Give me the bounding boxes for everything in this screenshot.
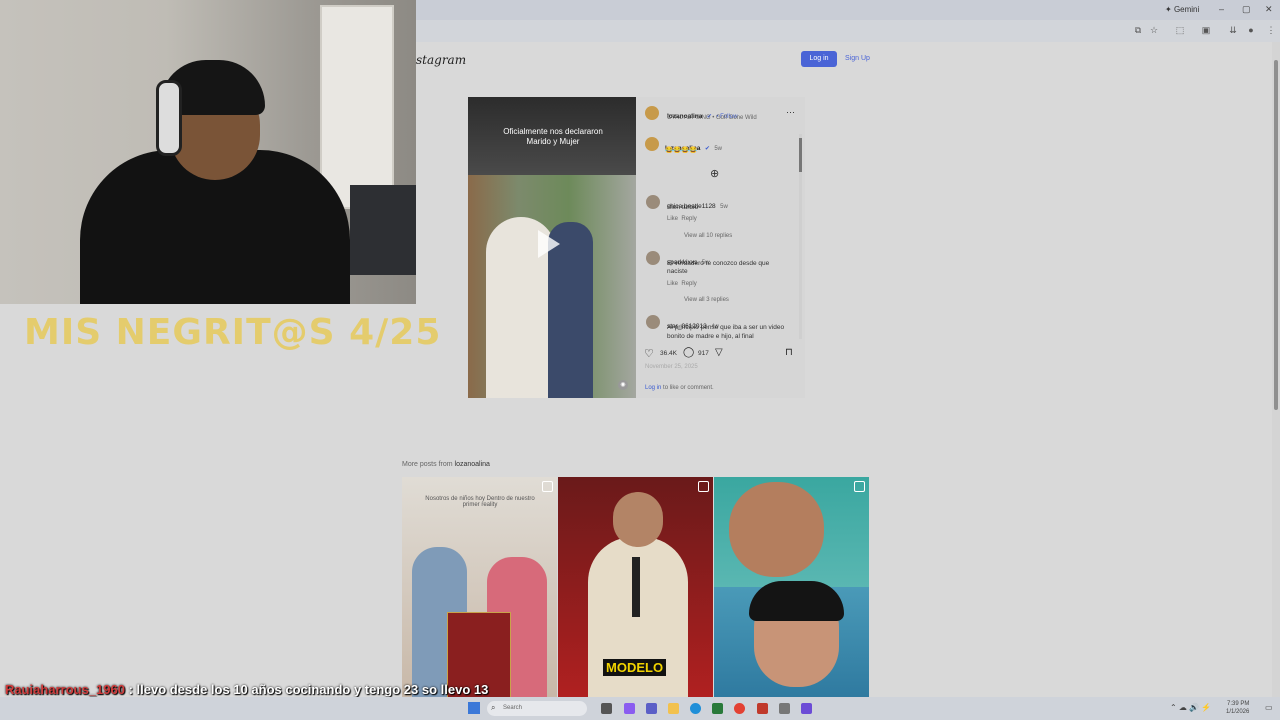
extensions-icon[interactable]: ⬚ <box>1175 25 1185 35</box>
profile-avatar-icon[interactable]: ● <box>1246 25 1256 35</box>
downloads-icon[interactable]: ⇊ <box>1228 25 1238 35</box>
reel-icon <box>698 481 709 492</box>
gemini-button[interactable]: ✦ Gemini <box>1165 5 1199 14</box>
page-scrollbar-thumb[interactable] <box>1274 60 1278 410</box>
comment-reply-link[interactable]: Reply <box>681 281 696 287</box>
caption-time: 5w <box>714 146 723 152</box>
comment-count: 917 <box>698 350 709 357</box>
login-prompt: Log in to like or comment. <box>645 385 714 391</box>
stream-overlay-title: MIS NEGRIT@S 4/25 <box>24 312 442 353</box>
login-button[interactable]: Log in <box>801 51 837 67</box>
post-date: November 25, 2025 <box>645 364 698 370</box>
more-posts-prefix: More posts from <box>402 461 455 468</box>
comment-avatar[interactable] <box>646 195 660 209</box>
app-icon[interactable] <box>801 703 812 714</box>
notifications-icon[interactable]: ▭ <box>1265 703 1273 712</box>
signup-link[interactable]: Sign Up <box>845 55 870 62</box>
more-post-tile[interactable] <box>714 477 869 697</box>
video-caption-line1: Oficialmente nos declararon <box>503 127 603 136</box>
instagram-logo[interactable]: stagram <box>416 53 466 67</box>
comment-avatar[interactable] <box>646 315 660 329</box>
comment-time: 5w <box>720 204 728 210</box>
teams-icon[interactable] <box>646 703 657 714</box>
like-heart-icon[interactable]: ♡ <box>644 347 654 360</box>
tile1-text: Nosotros de niños hoy Dentro de nuestro … <box>425 496 535 508</box>
app-icon[interactable] <box>712 703 723 714</box>
close-window-button[interactable]: ✕ <box>1265 4 1273 15</box>
edge-icon[interactable] <box>690 703 701 714</box>
app-icon[interactable] <box>624 703 635 714</box>
system-tray-icons[interactable]: ⌃ ☁ 🔊 ⚡ <box>1170 703 1211 712</box>
bookmark-star-icon[interactable]: ☆ <box>1149 25 1159 35</box>
video-caption-line2: Marido y Mujer <box>526 137 580 146</box>
like-count: 36.4K <box>660 350 677 357</box>
more-options-icon[interactable]: ⋯ <box>786 107 795 118</box>
chrome-icon[interactable] <box>734 703 745 714</box>
maximize-button[interactable]: ▢ <box>1242 4 1251 15</box>
install-app-icon[interactable]: ⧉ <box>1133 25 1143 35</box>
taskbar-clock[interactable]: 7:39 PM 1/1/2026 <box>1226 700 1249 716</box>
comment-like-link[interactable]: Like <box>667 281 678 287</box>
author-avatar[interactable] <box>645 106 659 120</box>
windows-start-icon[interactable] <box>468 702 480 714</box>
minimize-button[interactable]: – <box>1219 4 1224 14</box>
reel-icon <box>854 481 865 492</box>
caption-text: 😂😂😂😂 <box>665 147 698 154</box>
gemini-label: Gemini <box>1173 5 1200 14</box>
settings-gear-icon[interactable] <box>779 703 790 714</box>
caption-avatar[interactable] <box>645 137 659 151</box>
comment-like-link[interactable]: Like <box>667 216 678 222</box>
caption-verified-icon: ✔ <box>704 146 710 152</box>
audio-info[interactable]: CTRL ALT SING • Golf Gone Wild <box>667 115 757 121</box>
chat-username: Rauiaharrous_1960 <box>5 682 125 697</box>
view-replies-link[interactable]: View all 10 replies <box>684 233 732 239</box>
clock-time: 7:39 PM <box>1227 701 1250 707</box>
share-icon[interactable]: ▽ <box>715 347 723 358</box>
task-view-icon[interactable] <box>601 703 612 714</box>
file-explorer-icon[interactable] <box>668 703 679 714</box>
video-caption: Oficialmente nos declararon Marido y Muj… <box>478 127 628 147</box>
app-icon[interactable] <box>757 703 768 714</box>
reel-icon <box>542 481 553 492</box>
view-replies-link[interactable]: View all 3 replies <box>684 297 729 303</box>
clock-date: 1/1/2026 <box>1226 709 1250 715</box>
search-icon: ⌕ <box>491 703 496 712</box>
comment-text: El verdadero te conozco desde que nacist… <box>667 260 770 275</box>
more-posts-label: More posts from lozanoalina <box>402 461 490 468</box>
load-more-comments-icon[interactable]: ⊕ <box>710 167 719 180</box>
comments-scrollbar-thumb[interactable] <box>799 138 802 172</box>
browser-menu-icon[interactable]: ⋮ <box>1266 25 1276 35</box>
comment-text: Al principio pensé que iba a ser un vide… <box>667 324 785 340</box>
comment-reply-link[interactable]: Reply <box>681 216 696 222</box>
webcam-feed <box>0 0 416 304</box>
comment-avatar[interactable] <box>646 251 660 265</box>
mute-icon[interactable]: ◉ <box>618 380 628 390</box>
save-bookmark-icon[interactable]: ⊓ <box>785 347 793 358</box>
login-prompt-link[interactable]: Log in <box>645 385 661 391</box>
taskbar <box>0 697 1280 720</box>
login-prompt-text: to like or comment. <box>661 385 714 391</box>
comment-bubble-icon[interactable]: ◯ <box>683 347 694 358</box>
tile2-text: MODELO <box>603 659 667 676</box>
more-post-tile[interactable] <box>402 477 557 697</box>
play-icon[interactable] <box>538 230 560 258</box>
split-view-icon[interactable]: ▣ <box>1201 25 1211 35</box>
comment-text: Bien turbio <box>667 204 699 211</box>
more-posts-user-link[interactable]: lozanoalina <box>455 461 490 468</box>
taskbar-search[interactable]: Search <box>487 701 587 716</box>
